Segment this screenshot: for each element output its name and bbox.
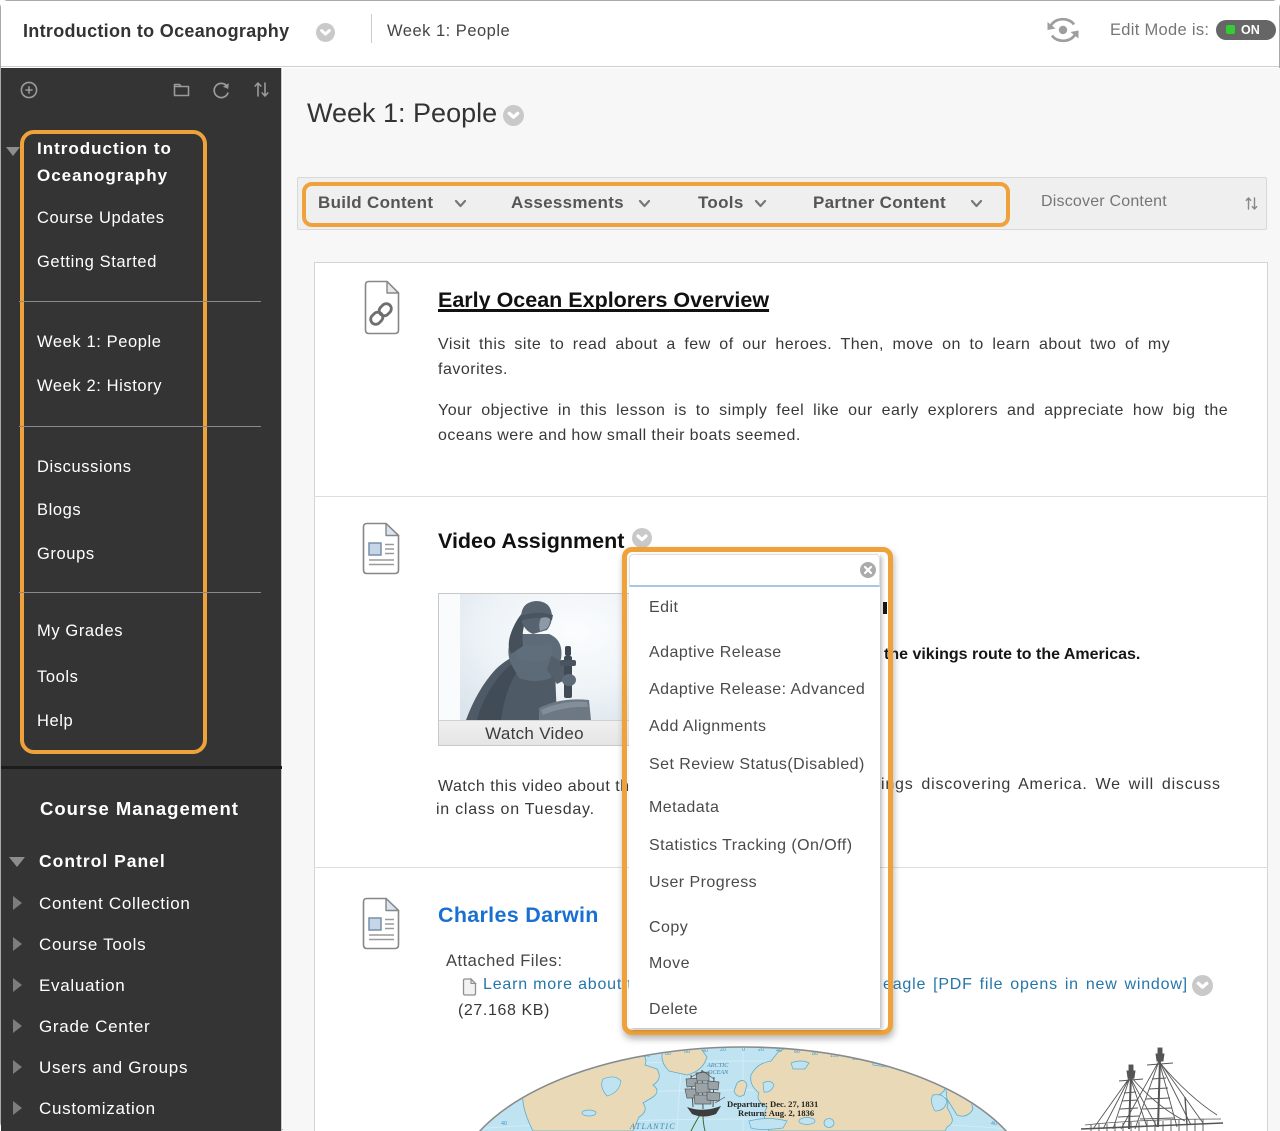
svg-text:80: 80	[901, 1055, 907, 1061]
svg-text:Return: Aug. 2, 1836: Return: Aug. 2, 1836	[738, 1108, 815, 1118]
svg-text:60: 60	[499, 1085, 505, 1091]
svg-text:160: 160	[575, 1064, 584, 1070]
svg-text:40: 40	[501, 1121, 507, 1127]
svg-text:ARCTIC: ARCTIC	[706, 1062, 729, 1069]
svg-text:60: 60	[553, 1071, 559, 1077]
svg-text:OCEAN: OCEAN	[708, 1069, 729, 1076]
